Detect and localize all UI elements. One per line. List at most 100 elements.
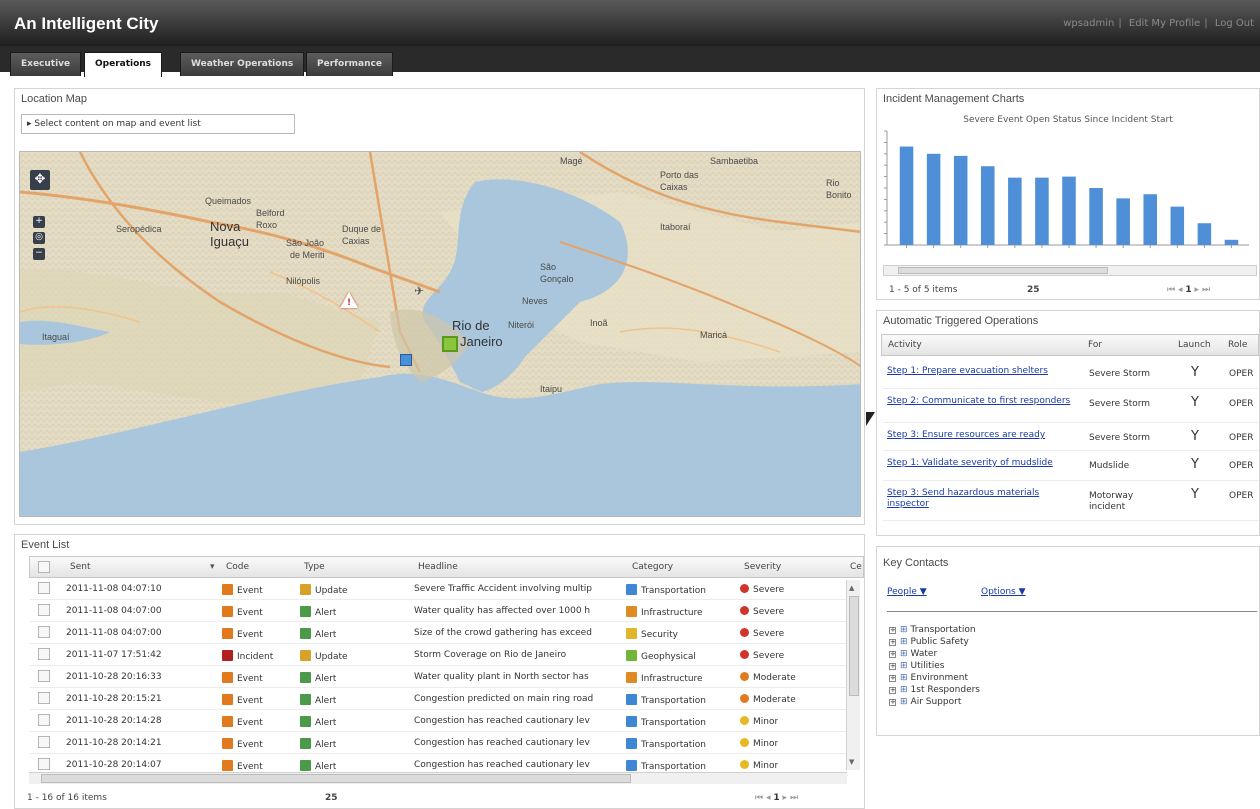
chart-last-page-icon[interactable]: ⏭ [1202, 285, 1210, 295]
people-dropdown[interactable]: People ▼ [887, 587, 927, 597]
row-checkbox[interactable] [38, 714, 50, 726]
chart-bar[interactable] [1170, 206, 1185, 245]
scroll-down-icon[interactable]: ▼ [849, 758, 854, 766]
event-list-vscrollbar[interactable]: ▲ ▼ [846, 580, 860, 770]
contact-group-item[interactable]: + ⊞ Environment [889, 673, 968, 683]
event-row[interactable]: 2011-11-07 17:51:42 Incident Update Storm C… [30, 644, 848, 666]
col-type[interactable]: Type [304, 562, 325, 572]
contact-group-item[interactable]: + ⊞ Water [889, 649, 937, 659]
event-row[interactable]: 2011-11-08 04:07:00 Event Alert Water quali… [30, 600, 848, 622]
col-activity[interactable]: Activity [888, 340, 922, 350]
event-row[interactable]: 2011-11-08 04:07:00 Event Alert Size of the… [30, 622, 848, 644]
contact-group-item[interactable]: + ⊞ Transportation [889, 625, 976, 635]
row-checkbox[interactable] [38, 604, 50, 616]
event-list-hscroll-thumb[interactable] [41, 774, 631, 783]
event-row[interactable]: 2011-10-28 20:14:28 Event Alert Congestion … [30, 710, 848, 732]
chart-bar[interactable] [1062, 176, 1076, 245]
zoom-world-icon[interactable]: ◎ [33, 232, 45, 244]
event-row[interactable]: 2011-10-28 20:15:21 Event Alert Congestion … [30, 688, 848, 710]
launch-icon[interactable]: Y [1191, 365, 1199, 380]
row-checkbox[interactable] [38, 626, 50, 638]
chart-bar[interactable] [899, 146, 914, 245]
chart-bar[interactable] [1143, 194, 1157, 245]
contact-group-item[interactable]: + ⊞ Air Support [889, 697, 961, 707]
current-page[interactable]: 1 [773, 793, 779, 803]
username-link[interactable]: wpsadmin [1063, 18, 1114, 29]
map-canvas[interactable]: ✥ + ◎ − ! ✈ Queimados Seropédica Nova Ig… [19, 151, 861, 517]
prev-page-icon[interactable]: ◂ [766, 793, 771, 803]
chart-bar[interactable] [1089, 188, 1103, 245]
chart-first-page-icon[interactable]: ⏮ [1167, 285, 1175, 295]
col-code[interactable]: Code [226, 562, 249, 572]
map-content-selector[interactable]: ▸ Select content on map and event list [21, 114, 295, 134]
launch-icon[interactable]: Y [1191, 395, 1199, 410]
chart-bar[interactable] [1035, 177, 1049, 245]
launch-icon[interactable]: Y [1191, 429, 1199, 444]
last-page-icon[interactable]: ⏭ [790, 793, 798, 803]
expand-icon[interactable]: + [889, 627, 896, 634]
contact-group-item[interactable]: + ⊞ Utilities [889, 661, 944, 671]
event-row[interactable]: 2011-11-08 04:07:10 Event Update Severe Tra… [30, 578, 848, 600]
launch-icon[interactable]: Y [1191, 487, 1199, 502]
op-activity-link[interactable]: Step 3: Send hazardous materials inspect… [887, 488, 1077, 510]
pan-control-icon[interactable]: ✥ [30, 170, 50, 190]
chart-page-size[interactable]: 25 [1027, 285, 1040, 295]
event-list-hscrollbar[interactable] [29, 772, 847, 784]
row-checkbox[interactable] [38, 648, 50, 660]
tab-operations[interactable]: Operations [84, 52, 163, 77]
row-checkbox[interactable] [38, 736, 50, 748]
expand-icon[interactable]: + [889, 699, 896, 706]
chart-bar[interactable] [981, 166, 995, 245]
col-category[interactable]: Category [632, 562, 673, 572]
expand-icon[interactable]: + [889, 639, 896, 646]
launch-icon[interactable]: Y [1191, 457, 1199, 472]
logout-link[interactable]: Log Out [1215, 18, 1254, 29]
event-row[interactable]: 2011-10-28 20:14:21 Event Alert Congestion … [30, 732, 848, 754]
chart-bar[interactable] [1116, 198, 1130, 245]
chart-bar[interactable] [1197, 223, 1212, 245]
sort-desc-icon[interactable]: ▾ [210, 562, 215, 572]
event-list-pager-nav[interactable]: ⏮ ◂ 1 ▸ ⏭ [755, 793, 798, 803]
chart-hscroll-thumb[interactable] [898, 267, 1108, 274]
event-list-page-size[interactable]: 25 [325, 793, 338, 803]
chart-bar[interactable] [953, 155, 968, 245]
expand-icon[interactable]: + [889, 687, 896, 694]
row-checkbox[interactable] [38, 758, 50, 770]
options-dropdown[interactable]: Options ▼ [981, 587, 1026, 597]
chart-hscrollbar[interactable] [883, 265, 1257, 276]
expand-icon[interactable]: + [889, 663, 896, 670]
expand-icon[interactable]: + [889, 675, 896, 682]
col-headline[interactable]: Headline [418, 562, 458, 572]
event-row[interactable]: 2011-10-28 20:16:33 Event Alert Water quali… [30, 666, 848, 688]
chart-bar[interactable] [1224, 239, 1239, 245]
next-page-icon[interactable]: ▸ [783, 793, 788, 803]
contact-group-item[interactable]: + ⊞ Public Safety [889, 637, 969, 647]
op-activity-link[interactable]: Step 2: Communicate to first responders [887, 396, 1077, 407]
col-for[interactable]: For [1088, 340, 1102, 350]
tab-weather-operations[interactable]: Weather Operations [180, 52, 305, 76]
op-activity-link[interactable]: Step 1: Prepare evacuation shelters [887, 366, 1077, 377]
zoom-in-icon[interactable]: + [33, 216, 45, 228]
op-activity-link[interactable]: Step 1: Validate severity of mudslide [887, 458, 1077, 469]
geophysical-marker-icon[interactable] [442, 336, 458, 352]
chart-pager-nav[interactable]: ⏮ ◂ 1 ▸ ⏭ [1167, 285, 1210, 295]
row-checkbox[interactable] [38, 582, 50, 594]
col-certainty[interactable]: Ce [850, 562, 862, 572]
tab-performance[interactable]: Performance [306, 52, 393, 76]
chart-bar[interactable] [1008, 177, 1022, 245]
chart-current-page[interactable]: 1 [1185, 285, 1191, 295]
zoom-out-icon[interactable]: − [33, 248, 45, 260]
col-sent[interactable]: Sent [70, 562, 90, 572]
col-severity[interactable]: Severity [744, 562, 781, 572]
row-checkbox[interactable] [38, 692, 50, 704]
op-activity-link[interactable]: Step 3: Ensure resources are ready [887, 430, 1077, 441]
select-all-checkbox[interactable] [38, 561, 50, 573]
transportation-marker-icon[interactable] [400, 354, 412, 366]
col-role[interactable]: Role [1228, 340, 1247, 350]
col-launch[interactable]: Launch [1178, 340, 1211, 350]
edit-profile-link[interactable]: Edit My Profile [1129, 18, 1200, 29]
chart-bar[interactable] [926, 153, 941, 245]
chart-prev-page-icon[interactable]: ◂ [1178, 285, 1183, 295]
contact-group-item[interactable]: + ⊞ 1st Responders [889, 685, 980, 695]
row-checkbox[interactable] [38, 670, 50, 682]
